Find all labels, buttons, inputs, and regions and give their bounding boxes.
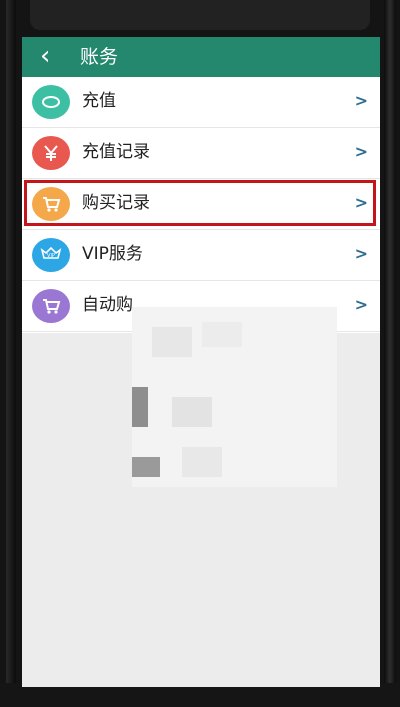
menu-item-label: VIP服务 xyxy=(82,244,143,264)
menu-item-label: 自动购 xyxy=(82,295,133,315)
page-title: 账务 xyxy=(80,46,119,68)
app-header: ‹ 账务 xyxy=(22,37,380,77)
chevron-right-icon: > xyxy=(354,142,368,161)
menu-item-label: 充值 xyxy=(82,91,116,111)
svg-text:VIP: VIP xyxy=(47,253,55,259)
menu-item-recharge[interactable]: 充值 > xyxy=(22,77,380,128)
phone-right-edge xyxy=(384,0,396,707)
menu-item-purchase-history[interactable]: 购买记录 > xyxy=(22,179,380,230)
menu-item-label: 充值记录 xyxy=(82,142,150,162)
chevron-left-icon[interactable]: ‹ xyxy=(40,41,50,71)
yen-icon xyxy=(32,136,70,170)
vip-icon: VIP xyxy=(32,238,70,272)
pixelated-overlay xyxy=(132,307,337,487)
chevron-right-icon: > xyxy=(354,244,368,263)
menu-item-label: 购买记录 xyxy=(82,193,150,213)
chevron-right-icon: > xyxy=(354,193,368,212)
app-screen: ‹ 账务 充值 > 充值记录 > 购买记录 > VIP VIP服务 > 自动购 … xyxy=(22,37,380,687)
phone-top-bezel xyxy=(30,0,370,30)
chevron-right-icon: > xyxy=(354,91,368,110)
chevron-right-icon: > xyxy=(354,295,368,314)
cart-icon xyxy=(32,289,70,323)
coin-icon xyxy=(32,85,70,119)
phone-frame: ‹ 账务 充值 > 充值记录 > 购买记录 > VIP VIP服务 > 自动购 … xyxy=(0,0,400,707)
account-menu: 充值 > 充值记录 > 购买记录 > VIP VIP服务 > 自动购 > xyxy=(22,77,380,333)
phone-left-edge xyxy=(6,0,16,707)
cart-icon xyxy=(32,187,70,221)
menu-item-vip-service[interactable]: VIP VIP服务 > xyxy=(22,230,380,281)
menu-item-recharge-history[interactable]: 充值记录 > xyxy=(22,128,380,179)
